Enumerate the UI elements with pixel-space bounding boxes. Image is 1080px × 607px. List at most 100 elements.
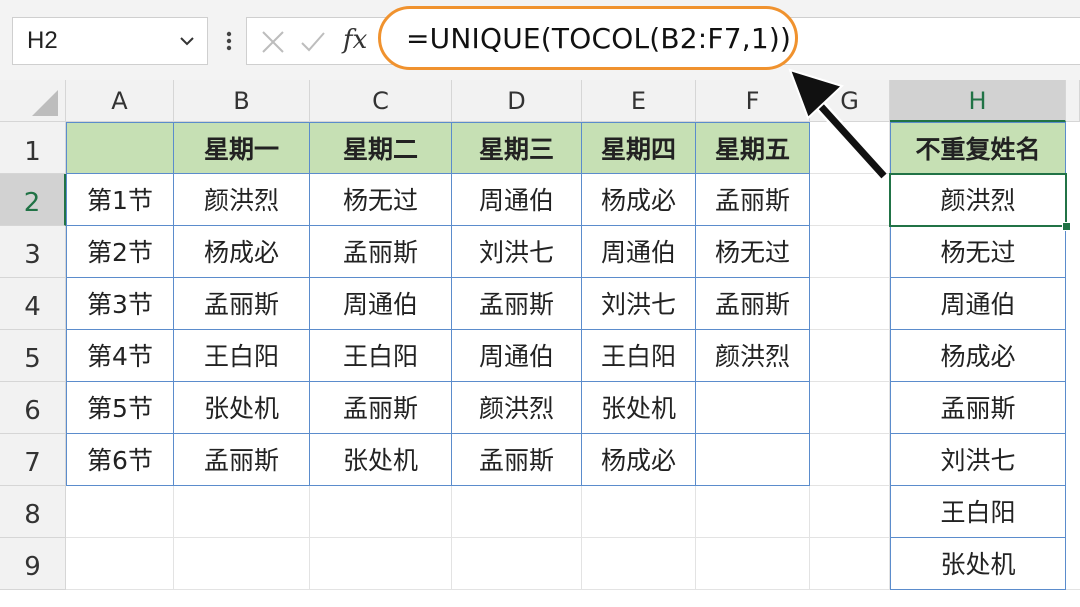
table-cell[interactable]: 孟丽斯 (452, 278, 582, 330)
table-cell[interactable] (696, 434, 810, 486)
cancel-icon[interactable] (259, 28, 287, 56)
table-cell[interactable]: 刘洪七 (452, 226, 582, 278)
grid-cell[interactable] (582, 486, 696, 538)
unique-name-cell[interactable]: 杨成必 (890, 330, 1066, 382)
column-header-i[interactable] (1066, 80, 1080, 122)
row-header-9[interactable]: 9 (0, 538, 66, 590)
table-header-cell[interactable] (66, 122, 174, 174)
table-cell[interactable]: 王白阳 (582, 330, 696, 382)
column-header-c[interactable]: C (310, 80, 452, 122)
unique-name-cell[interactable]: 周通伯 (890, 278, 1066, 330)
table-cell[interactable]: 周通伯 (310, 278, 452, 330)
table-cell[interactable]: 张处机 (174, 382, 310, 434)
row-header-8[interactable]: 8 (0, 486, 66, 538)
grid-cell[interactable] (696, 486, 810, 538)
grid-cell[interactable] (810, 330, 890, 382)
row-header-5[interactable]: 5 (0, 330, 66, 382)
grid-cell[interactable] (452, 538, 582, 590)
table-cell[interactable]: 孟丽斯 (452, 434, 582, 486)
table-cell[interactable]: 颜洪烈 (696, 330, 810, 382)
grid-cell[interactable] (696, 538, 810, 590)
table-cell[interactable]: 孟丽斯 (696, 174, 810, 226)
unique-name-cell[interactable]: 王白阳 (890, 486, 1066, 538)
column-header-d[interactable]: D (452, 80, 582, 122)
table-cell[interactable]: 杨无过 (310, 174, 452, 226)
fill-handle[interactable] (1062, 222, 1071, 231)
unique-header-cell[interactable]: 不重复姓名 (890, 122, 1066, 174)
grid-cell[interactable] (66, 486, 174, 538)
grid-cell[interactable] (452, 486, 582, 538)
grid-cell[interactable] (810, 226, 890, 278)
grid-cell[interactable] (810, 538, 890, 590)
table-cell[interactable]: 周通伯 (452, 330, 582, 382)
column-header-h[interactable]: H (890, 80, 1066, 122)
grid-cell[interactable] (1066, 122, 1080, 590)
grid-cell[interactable] (310, 538, 452, 590)
table-cell[interactable]: 孟丽斯 (696, 278, 810, 330)
table-cell[interactable]: 王白阳 (174, 330, 310, 382)
unique-name-cell[interactable]: 张处机 (890, 538, 1066, 590)
column-header-b[interactable]: B (174, 80, 310, 122)
grid-cell[interactable] (582, 538, 696, 590)
chevron-down-icon[interactable] (177, 31, 197, 51)
table-cell[interactable]: 周通伯 (582, 226, 696, 278)
row-header-3[interactable]: 3 (0, 226, 66, 278)
table-cell[interactable]: 王白阳 (310, 330, 452, 382)
table-cell[interactable]: 孟丽斯 (310, 382, 452, 434)
table-cell[interactable]: 杨成必 (582, 434, 696, 486)
column-header-f[interactable]: F (696, 80, 810, 122)
more-options-icon[interactable] (222, 26, 236, 56)
table-cell[interactable]: 张处机 (582, 382, 696, 434)
table-cell[interactable]: 第6节 (66, 434, 174, 486)
unique-name-cell[interactable]: 刘洪七 (890, 434, 1066, 486)
table-cell[interactable]: 孟丽斯 (174, 278, 310, 330)
enter-check-icon[interactable] (299, 28, 327, 56)
row-header-1[interactable]: 1 (0, 122, 66, 174)
table-cell[interactable]: 刘洪七 (582, 278, 696, 330)
table-cell[interactable]: 杨无过 (696, 226, 810, 278)
unique-name-cell[interactable]: 孟丽斯 (890, 382, 1066, 434)
grid-cell[interactable] (810, 278, 890, 330)
row-header-4[interactable]: 4 (0, 278, 66, 330)
grid-cell[interactable] (810, 486, 890, 538)
table-cell[interactable]: 第3节 (66, 278, 174, 330)
grid-cell[interactable] (310, 486, 452, 538)
name-box[interactable]: H2 (12, 17, 208, 65)
row-header-6[interactable]: 6 (0, 382, 66, 434)
table-cell[interactable]: 杨成必 (174, 226, 310, 278)
table-header-cell[interactable]: 星期二 (310, 122, 452, 174)
table-header-cell[interactable]: 星期五 (696, 122, 810, 174)
table-cell[interactable]: 第2节 (66, 226, 174, 278)
table-header-cell[interactable]: 星期三 (452, 122, 582, 174)
table-cell[interactable]: 孟丽斯 (310, 226, 452, 278)
grid-cell[interactable] (174, 486, 310, 538)
table-header-cell[interactable]: 星期四 (582, 122, 696, 174)
grid-cell[interactable] (810, 434, 890, 486)
formula-text[interactable]: =UNIQUE(TOCOL(B2:F7,1)) (406, 22, 791, 55)
column-header-e[interactable]: E (582, 80, 696, 122)
table-cell[interactable]: 第4节 (66, 330, 174, 382)
column-header-g[interactable]: G (810, 80, 890, 122)
table-cell[interactable] (696, 382, 810, 434)
table-cell[interactable]: 第5节 (66, 382, 174, 434)
table-cell[interactable]: 周通伯 (452, 174, 582, 226)
row-header-7[interactable]: 7 (0, 434, 66, 486)
grid-cell[interactable] (810, 174, 890, 226)
select-all-icon[interactable] (0, 80, 66, 122)
table-cell[interactable]: 孟丽斯 (174, 434, 310, 486)
table-header-cell[interactable]: 星期一 (174, 122, 310, 174)
table-cell[interactable]: 颜洪烈 (174, 174, 310, 226)
row-header-2[interactable]: 2 (0, 174, 66, 226)
grid-cell[interactable] (810, 122, 890, 174)
grid-cell[interactable] (66, 538, 174, 590)
grid-cell[interactable] (174, 538, 310, 590)
grid-cell[interactable] (810, 382, 890, 434)
insert-function-icon[interactable]: fx (343, 25, 367, 55)
unique-name-cell[interactable]: 杨无过 (890, 226, 1066, 278)
table-cell[interactable]: 杨成必 (582, 174, 696, 226)
column-header-a[interactable]: A (66, 80, 174, 122)
table-cell[interactable]: 第1节 (66, 174, 174, 226)
table-cell[interactable]: 颜洪烈 (452, 382, 582, 434)
active-cell-h2[interactable] (889, 173, 1067, 227)
table-cell[interactable]: 张处机 (310, 434, 452, 486)
